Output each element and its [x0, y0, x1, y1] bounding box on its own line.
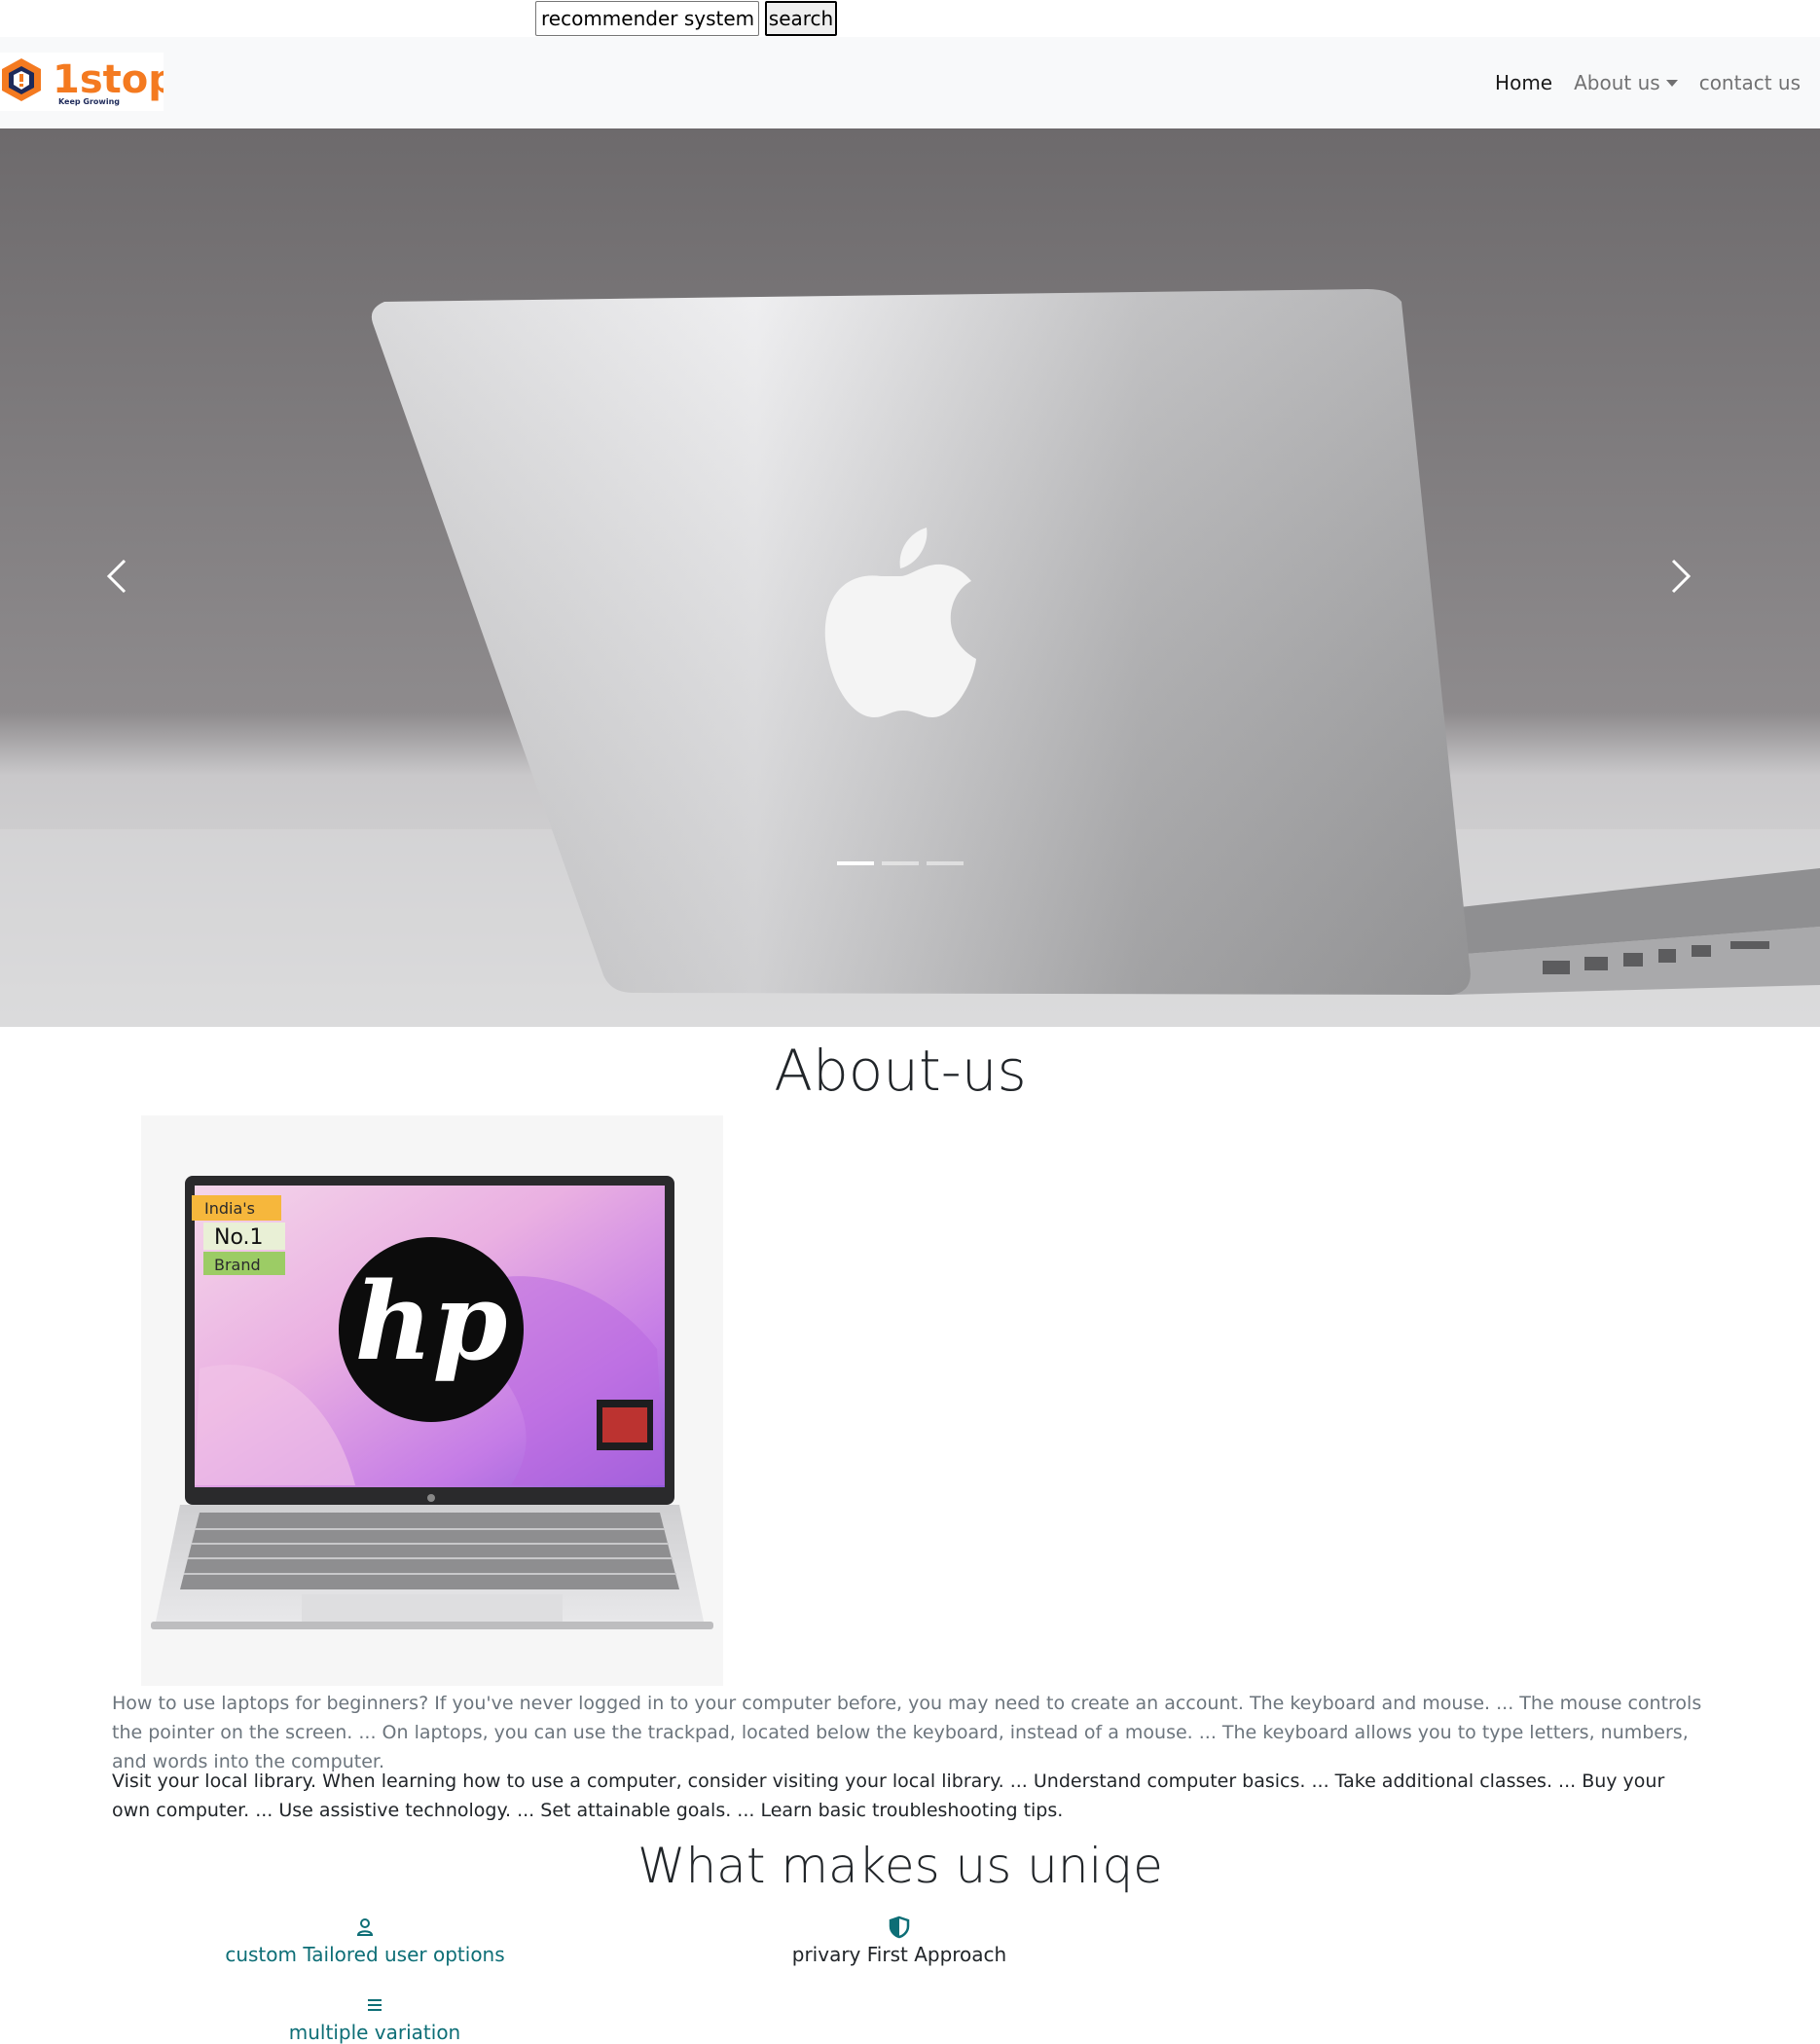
about-paragraph-2: Visit your local library. When learning …	[112, 1770, 1665, 1821]
feature-privacy: privary First Approach	[753, 1916, 1045, 1966]
feature-label: multiple variation	[288, 2021, 461, 2044]
hp-laptop-image: India's No.1 Brand hp	[141, 1115, 723, 1686]
chevron-left-icon	[106, 559, 127, 594]
shield-icon	[889, 1916, 910, 1939]
badge-line-3: Brand	[214, 1256, 261, 1274]
nav-about-dropdown[interactable]: About us	[1574, 71, 1678, 94]
navbar: 1stop Keep Growing Home About us contact…	[0, 37, 1820, 128]
nav-home-label: Home	[1495, 71, 1553, 94]
badge-line-1: India's	[204, 1199, 255, 1218]
nav-contact[interactable]: contact us	[1699, 71, 1801, 94]
logo-mark: 1stop Keep Growing	[0, 53, 176, 111]
unique-title: What makes us uniqe	[637, 1838, 1163, 1894]
badge-line-2: No.1	[214, 1225, 264, 1250]
carousel-prev-button[interactable]	[88, 528, 146, 625]
laptop-hero-image	[0, 128, 1820, 1027]
carousel-indicators	[837, 861, 964, 865]
logo-tagline: Keep Growing	[58, 97, 120, 106]
feature-label: custom Tailored user options	[225, 1943, 505, 1966]
carousel-indicator[interactable]	[837, 861, 874, 865]
search-button[interactable]: search	[765, 1, 837, 36]
nav-links: Home About us contact us	[1495, 37, 1801, 128]
brand-logo[interactable]: 1stop Keep Growing	[0, 53, 176, 111]
feature-variation: multiple variation	[229, 1993, 521, 2044]
hero-carousel	[0, 128, 1820, 1027]
carousel-indicator[interactable]	[927, 861, 964, 865]
logo-text: 1stop	[53, 57, 164, 102]
about-paragraph-1: How to use laptops for beginners? If you…	[112, 1693, 1702, 1772]
feature-label: privary First Approach	[791, 1943, 1007, 1966]
caret-down-icon	[1665, 79, 1678, 87]
carousel-indicator[interactable]	[882, 861, 919, 865]
search-input[interactable]	[535, 1, 759, 36]
search-strip: search	[0, 0, 1820, 37]
carousel-next-button[interactable]	[1652, 528, 1710, 625]
list-icon	[368, 1999, 382, 2011]
chevron-right-icon	[1671, 559, 1692, 594]
about-title: About-us	[774, 1038, 1027, 1104]
hp-logo-text: hp	[355, 1259, 508, 1384]
nav-contact-label: contact us	[1698, 71, 1801, 94]
feature-custom-options: custom Tailored user options	[219, 1916, 511, 1966]
person-icon	[356, 1918, 374, 1936]
nav-about-label: About us	[1574, 71, 1660, 94]
nav-home[interactable]: Home	[1495, 71, 1552, 94]
